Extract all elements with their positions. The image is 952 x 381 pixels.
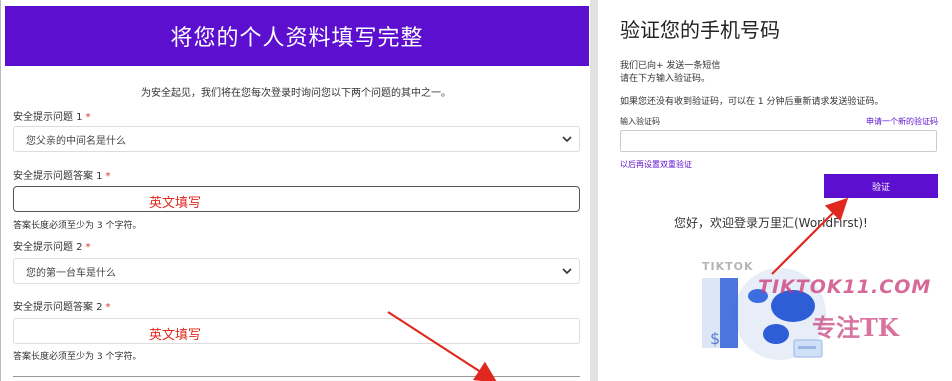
annotation-arrows: [387, 197, 849, 381]
arrow-to-form-bottom: [387, 311, 498, 381]
screenshot: 将您的个人资料填写完整 为安全起见，我们将在您每次登录时询问您以下两个问题的其中…: [0, 0, 952, 381]
arrow-to-verify-button: [771, 197, 849, 275]
